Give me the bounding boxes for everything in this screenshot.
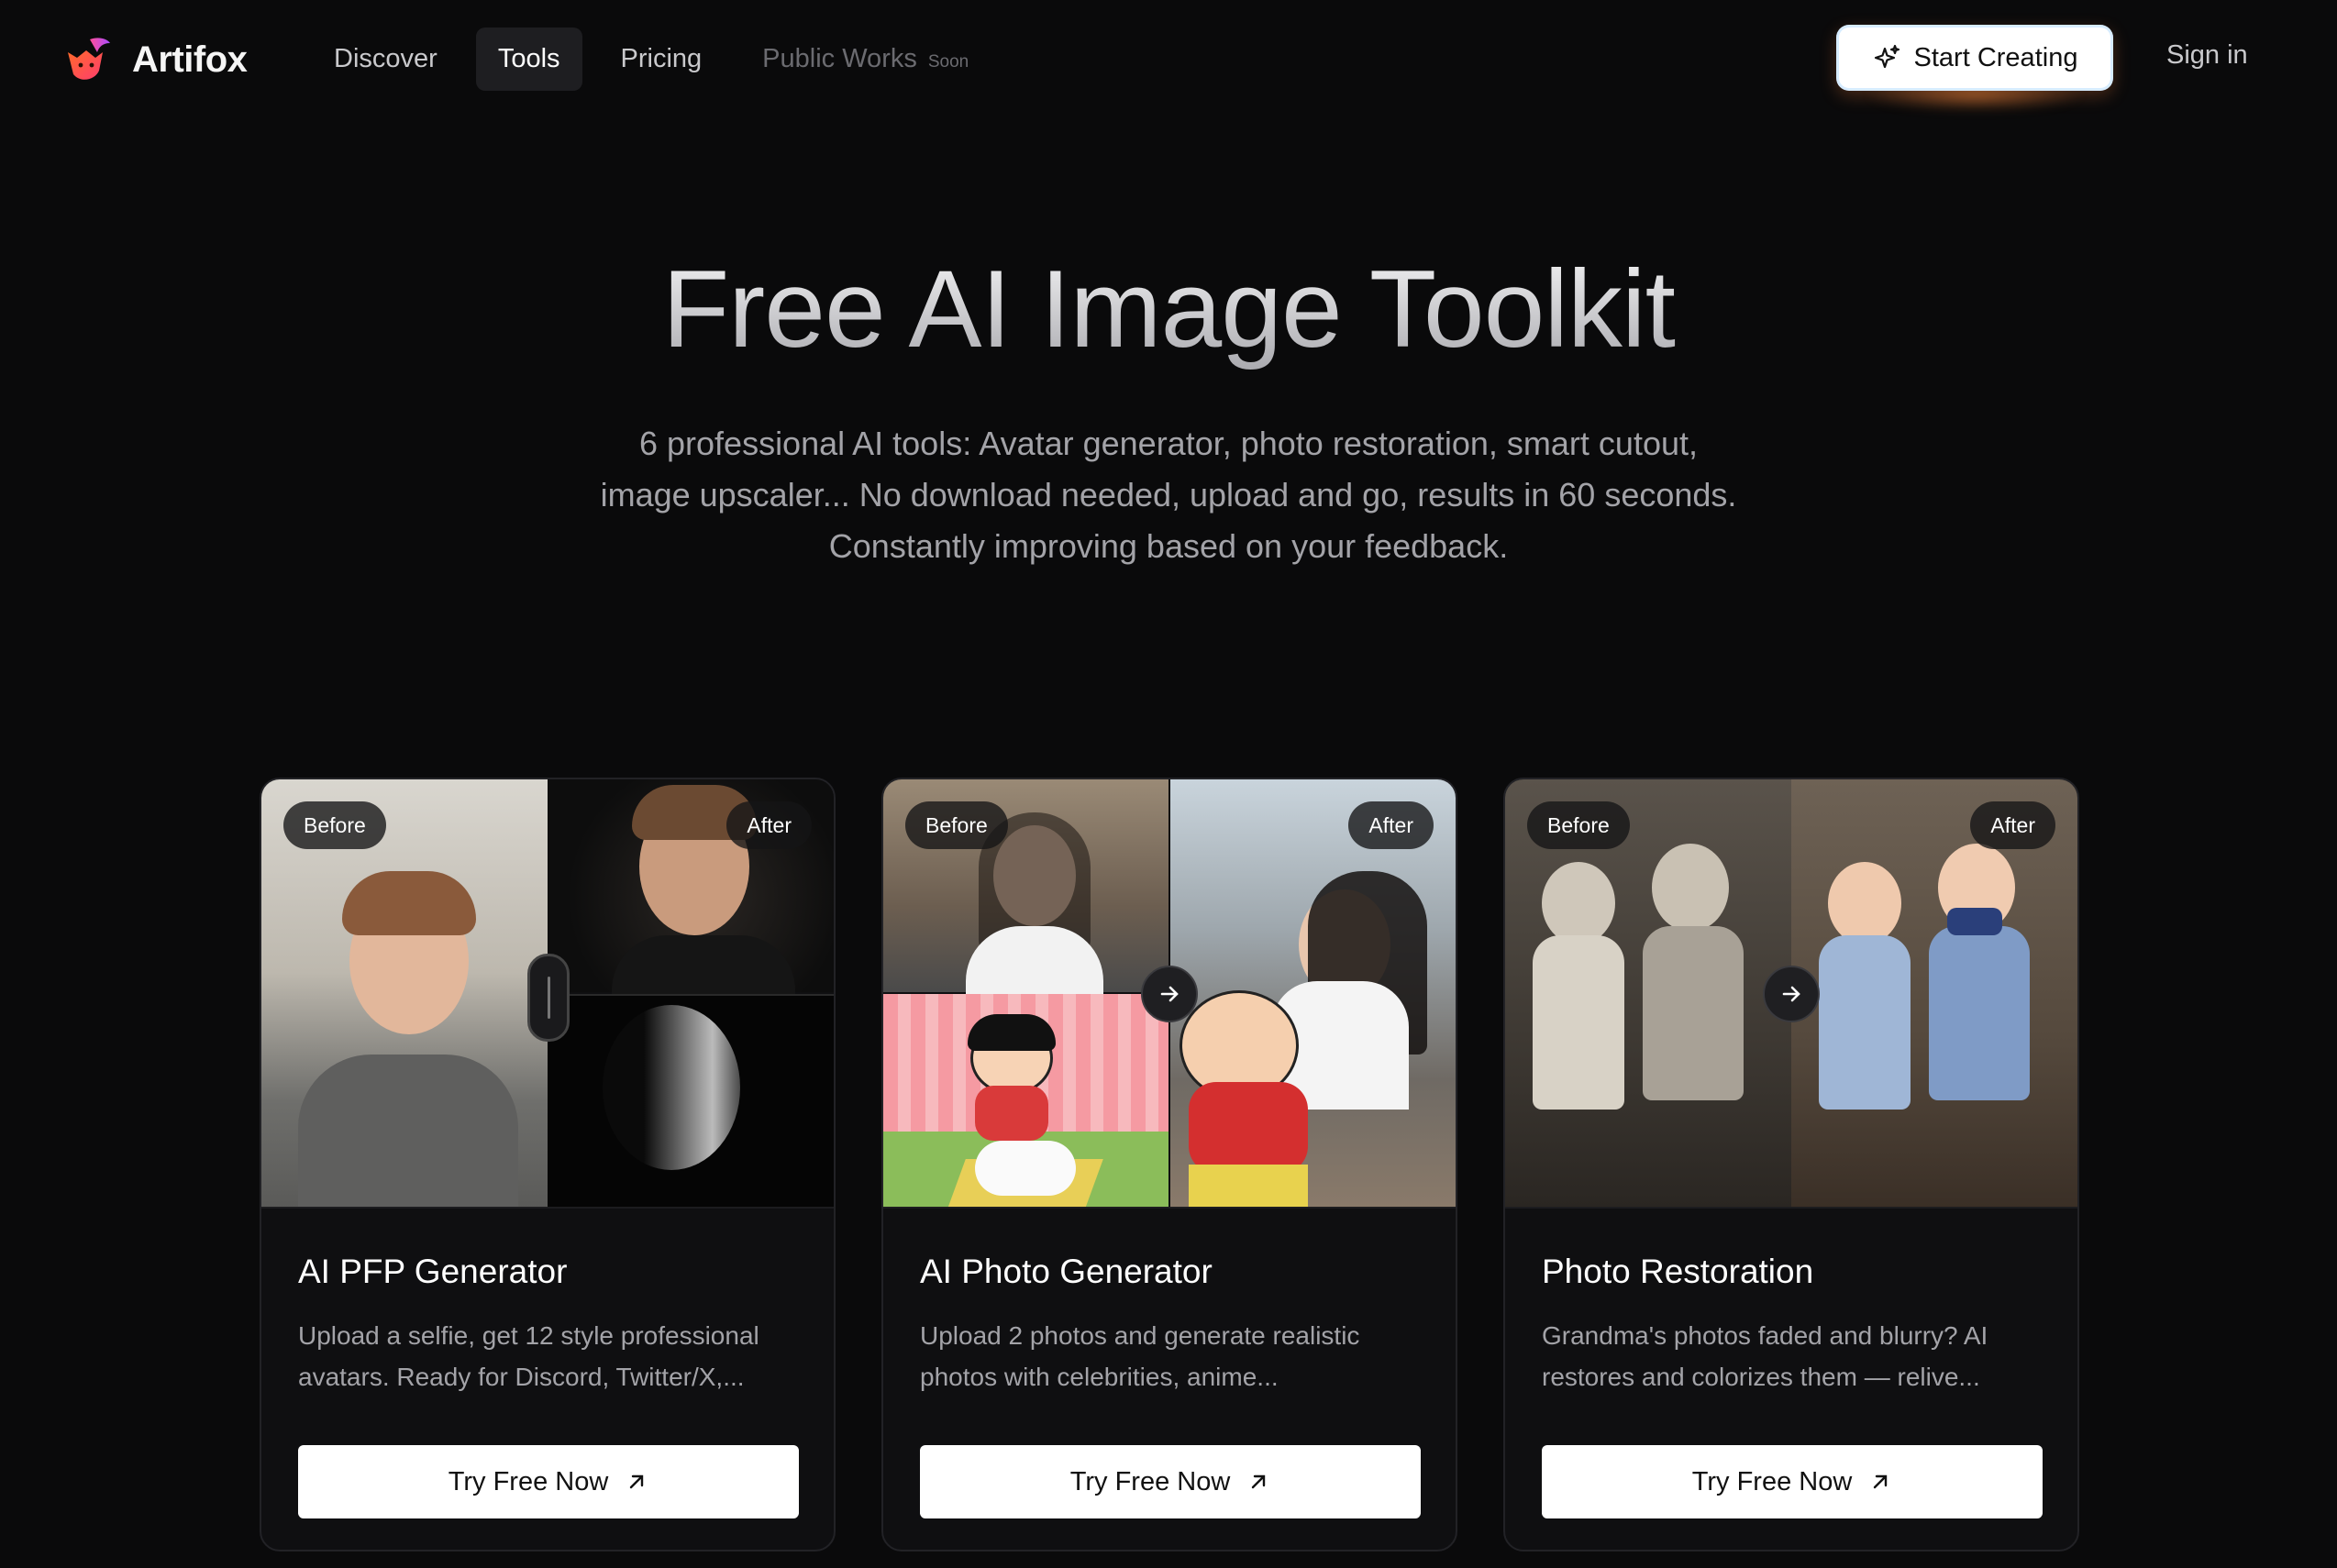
after-badge: After — [1348, 801, 1434, 849]
fox-logo-icon — [68, 38, 110, 80]
hero-subtitle-line: image upscaler... No download needed, up… — [600, 476, 1737, 513]
before-after-preview: Before After — [261, 779, 834, 1209]
hero-subtitle-line: 6 professional AI tools: Avatar generato… — [638, 425, 1698, 462]
brand-name: Artifox — [132, 39, 248, 80]
start-creating-wrap: Start Creating — [1836, 25, 2113, 111]
before-badge: Before — [1527, 801, 1630, 849]
card-body: AI Photo Generator Upload 2 photos and g… — [883, 1209, 1456, 1518]
sparkle-icon — [1874, 44, 1900, 69]
nav-public-works-label: Public Works — [762, 43, 917, 73]
nav-public-works[interactable]: Public Works Soon — [740, 28, 991, 91]
after-portrait-bottom — [548, 994, 834, 1207]
card-description: Grandma's photos faded and blurry? AI re… — [1542, 1315, 2041, 1403]
card-description-line: Grandma's photos faded and blurry? AI — [1542, 1321, 1988, 1350]
card-description-line: Upload a selfie, get 12 style profession… — [298, 1321, 759, 1350]
try-free-now-label: Try Free Now — [448, 1466, 609, 1496]
before-after-preview: Before After — [883, 779, 1456, 1209]
after-badge: After — [726, 801, 812, 849]
start-creating-label: Start Creating — [1913, 42, 2078, 72]
try-free-now-label: Try Free Now — [1069, 1466, 1231, 1496]
compare-arrow-button[interactable] — [1763, 966, 1820, 1022]
hero-subtitle: 6 professional AI tools: Avatar generato… — [526, 418, 1811, 572]
before-anime-image — [883, 994, 1168, 1207]
before-badge: Before — [905, 801, 1008, 849]
arrow-up-right-icon — [1874, 1474, 1888, 1489]
card-description-line: Upload 2 photos and generate realistic — [920, 1321, 1360, 1350]
arrow-up-right-icon — [630, 1474, 644, 1489]
card-description: Upload 2 photos and generate realistic p… — [920, 1315, 1419, 1403]
tool-cards: Before After AI PFP Generator Upload a s… — [260, 778, 2079, 1551]
try-free-now-label: Try Free Now — [1691, 1466, 1853, 1496]
after-badge: After — [1970, 801, 2055, 849]
card-description: Upload a selfie, get 12 style profession… — [298, 1315, 797, 1403]
card-description-line: restores and colorizes them — relive... — [1542, 1363, 1980, 1391]
card-title: AI Photo Generator — [920, 1253, 1213, 1290]
arrow-up-right-icon — [1252, 1474, 1266, 1489]
try-free-now-button[interactable]: Try Free Now — [920, 1445, 1421, 1518]
sign-in-link[interactable]: Sign in — [2166, 40, 2248, 71]
nav-pricing[interactable]: Pricing — [599, 28, 725, 91]
start-creating-button[interactable]: Start Creating — [1836, 25, 2113, 91]
before-after-preview: Before After — [1505, 779, 2077, 1209]
card-title: AI PFP Generator — [298, 1253, 568, 1290]
nav-discover[interactable]: Discover — [312, 28, 460, 91]
card-body: Photo Restoration Grandma's photos faded… — [1505, 1209, 2077, 1518]
tool-card-photo-restoration[interactable]: Before After Photo Restoration Grandma's… — [1503, 778, 2079, 1551]
nav-tools[interactable]: Tools — [475, 27, 582, 91]
card-body: AI PFP Generator Upload a selfie, get 12… — [261, 1209, 834, 1518]
compare-arrow-button[interactable] — [1141, 966, 1198, 1022]
soon-tag: Soon — [927, 51, 969, 72]
arrow-right-icon — [1782, 986, 1800, 1002]
before-badge: Before — [283, 801, 386, 849]
nav-links: Discover Tools Pricing Public Works Soon — [312, 26, 991, 92]
card-description-line: avatars. Ready for Discord, Twitter/X,..… — [298, 1363, 745, 1391]
try-free-now-button[interactable]: Try Free Now — [298, 1445, 799, 1518]
try-free-now-button[interactable]: Try Free Now — [1542, 1445, 2043, 1518]
card-description-line: photos with celebrities, anime... — [920, 1363, 1279, 1391]
hero-subtitle-line: Constantly improving based on your feedb… — [828, 527, 1509, 565]
top-navigation: Artifox Discover Tools Pricing Public Wo… — [0, 0, 2337, 119]
tool-card-photo-generator[interactable]: Before After AI Photo Generator Upload 2… — [881, 778, 1457, 1551]
brand-logo[interactable]: Artifox — [62, 29, 248, 90]
arrow-right-icon — [1160, 986, 1179, 1002]
hero-title: Free AI Image Toolkit — [0, 246, 2337, 372]
compare-slider-handle[interactable] — [527, 954, 570, 1042]
card-title: Photo Restoration — [1542, 1253, 1814, 1290]
tool-card-pfp[interactable]: Before After AI PFP Generator Upload a s… — [260, 778, 836, 1551]
